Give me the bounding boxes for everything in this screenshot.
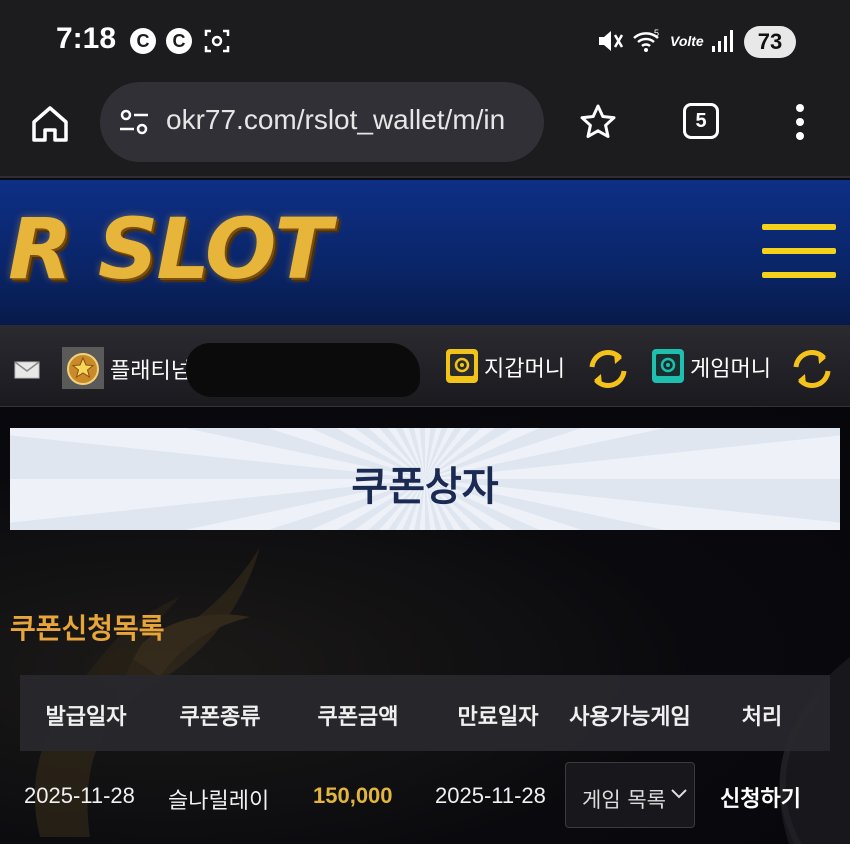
page-title: 쿠폰상자	[351, 464, 499, 510]
site-settings-icon[interactable]	[118, 108, 150, 136]
game-money-label: 게임머니	[690, 357, 771, 382]
coupon-content: 쿠폰상자 쿠폰신청목록 발급일자 쿠폰종류 쿠폰금액 만료일자 사용가능게임 처…	[0, 407, 850, 844]
user-grade-label: 플래티넘	[110, 359, 191, 384]
rank-badge-icon	[62, 347, 104, 389]
browser-toolbar: okr77.com/rslot_wallet/m/in 5	[0, 82, 850, 178]
column-header-coupon-amount: 쿠폰금액	[317, 705, 399, 730]
game-refresh-icon[interactable]	[788, 347, 836, 391]
signal-icon	[712, 30, 733, 52]
column-header-coupon-type: 쿠폰종류	[179, 705, 261, 730]
redacted-username	[186, 343, 420, 397]
issue-date-cell: 2025-11-28	[24, 783, 135, 808]
page-title-banner: 쿠폰상자	[10, 428, 840, 530]
status-time: 7:18	[56, 22, 117, 55]
table-header: 발급일자 쿠폰종류 쿠폰금액 만료일자 사용가능게임 처리	[20, 675, 830, 751]
battery-indicator: 73	[744, 26, 796, 58]
address-bar[interactable]: okr77.com/rslot_wallet/m/in	[100, 82, 544, 162]
mute-icon	[599, 31, 624, 51]
column-header-issue-date: 발급일자	[45, 705, 127, 730]
hamburger-menu-icon[interactable]	[762, 224, 836, 282]
site-logo[interactable]: R SLOT	[8, 200, 332, 298]
mail-icon[interactable]	[14, 361, 40, 379]
svg-text:5: 5	[654, 28, 659, 38]
wallet-refresh-icon[interactable]	[584, 347, 632, 391]
section-title: 쿠폰신청목록	[10, 612, 165, 645]
home-icon[interactable]	[28, 102, 72, 146]
notification-c-icon: C	[166, 28, 192, 54]
user-info-bar: 플래티넘 지갑머니 게임머니	[0, 325, 850, 407]
column-header-expire-date: 만료일자	[457, 705, 539, 730]
game-list-select[interactable]: 게임 목록	[565, 762, 695, 828]
site-header: R SLOT	[0, 180, 850, 325]
coupon-type-cell: 슬나릴레이	[168, 789, 270, 814]
url-text[interactable]: okr77.com/rslot_wallet/m/in	[166, 104, 530, 136]
tab-switcher-button[interactable]: 5	[683, 103, 719, 139]
status-bar: 7:18 C C 5 Volte 73	[0, 0, 850, 82]
volte-icon: Volte	[670, 33, 704, 49]
apply-coupon-button[interactable]: 신청하기	[720, 781, 801, 813]
svg-text:Volte: Volte	[670, 33, 704, 49]
table-row: 2025-11-28 슬나릴레이 150,000 2025-11-28 게임 목…	[0, 751, 850, 844]
more-menu-icon[interactable]	[790, 102, 810, 142]
wallet-money-label: 지갑머니	[484, 357, 565, 382]
coupon-amount-cell: 150,000	[313, 783, 393, 808]
column-header-available-games: 사용가능게임	[569, 705, 691, 730]
column-header-action: 처리	[741, 705, 783, 730]
chevron-down-icon[interactable]	[670, 787, 688, 801]
wallet-safe-icon	[446, 349, 478, 383]
wifi-icon: 5	[633, 28, 659, 52]
notification-c-icon: C	[130, 28, 156, 54]
expire-date-cell: 2025-11-28	[435, 783, 546, 808]
game-safe-icon	[652, 349, 684, 383]
game-list-select-value[interactable]: 게임 목록	[582, 784, 668, 814]
screenshot-icon	[204, 29, 230, 53]
bookmark-star-icon[interactable]	[578, 102, 618, 142]
